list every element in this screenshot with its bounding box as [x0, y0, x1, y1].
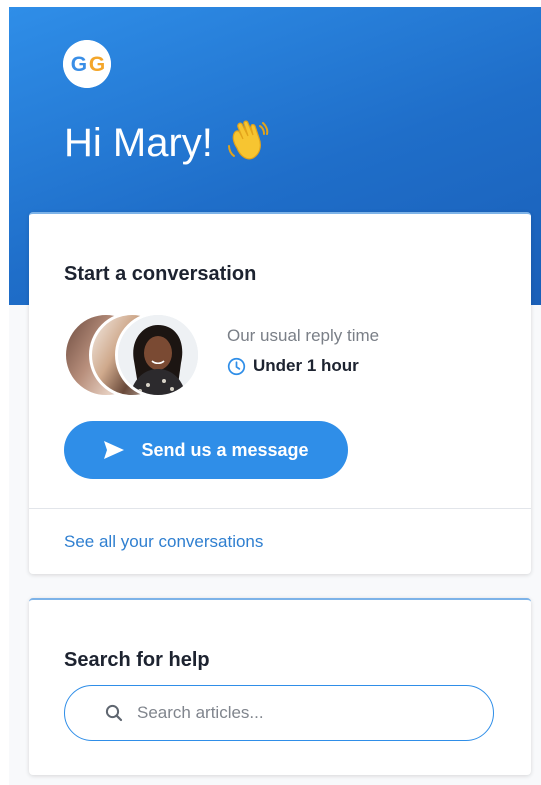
team-member-avatar — [115, 312, 201, 398]
greeting-text: Hi Mary! — [64, 121, 213, 165]
search-box[interactable] — [64, 685, 494, 741]
see-all-conversations-link[interactable]: See all your conversations — [64, 532, 263, 552]
logo-letter-g2: G — [89, 53, 105, 76]
team-avatars — [63, 312, 213, 398]
reply-time-text: Under 1 hour — [253, 356, 359, 375]
brand-logo: G G — [63, 40, 111, 88]
waving-hand-icon — [223, 118, 269, 164]
search-icon — [105, 704, 123, 722]
send-icon — [104, 441, 125, 459]
start-conversation-card: Start a conversation Our usual reply tim… — [29, 212, 531, 574]
search-help-title: Search for help — [64, 649, 210, 671]
start-conversation-title: Start a conversation — [64, 263, 257, 285]
clock-icon — [227, 357, 246, 375]
send-message-button[interactable]: Send us a message — [64, 421, 348, 479]
messenger-panel: G G Hi Mary! Start a conversation Our us… — [9, 7, 541, 785]
reply-time-value: Under 1 hour — [227, 355, 359, 377]
search-help-card: Search for help — [29, 598, 531, 775]
search-articles-input[interactable] — [135, 702, 459, 724]
reply-time-label: Our usual reply time — [227, 326, 380, 345]
greeting-heading: Hi Mary! — [64, 119, 269, 168]
brand-logo-icon: G G — [63, 40, 111, 88]
card-divider — [29, 508, 531, 509]
logo-letter-g1: G — [71, 53, 87, 76]
svg-text:G G: G G — [71, 53, 105, 76]
send-message-label: Send us a message — [141, 439, 309, 460]
